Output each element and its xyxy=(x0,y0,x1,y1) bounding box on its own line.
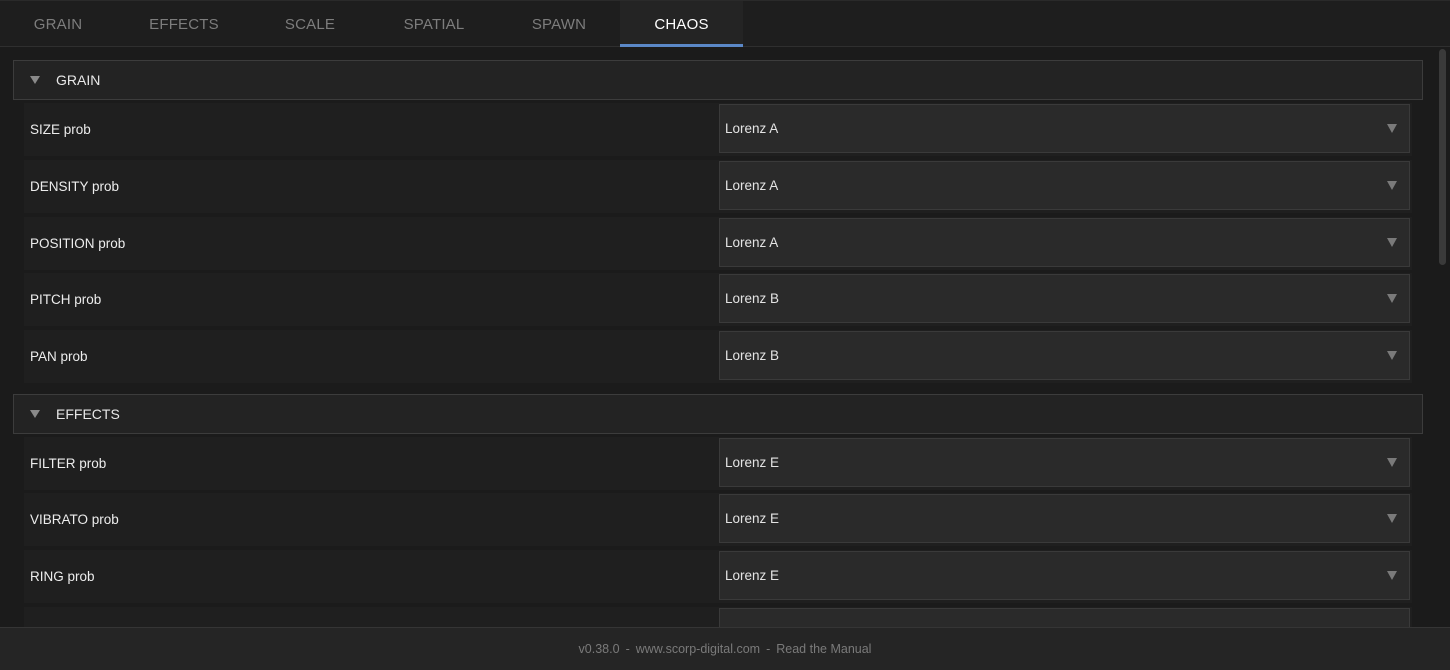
param-label: SIZE prob xyxy=(30,122,91,137)
caret-down-icon xyxy=(1387,294,1397,303)
density-prob-select[interactable]: Lorenz A xyxy=(719,161,1410,210)
param-row-pan: PAN prob Lorenz B xyxy=(24,330,1412,383)
pitch-prob-select[interactable]: Lorenz B xyxy=(719,274,1410,323)
chaos-panel: GRAIN SIZE prob Lorenz A DENSITY prob Lo… xyxy=(0,47,1436,627)
select-value: Lorenz E xyxy=(725,455,780,470)
footer-separator: - xyxy=(625,642,630,656)
param-label: DENSITY prob xyxy=(30,179,120,194)
footer-separator: - xyxy=(766,642,771,656)
param-label: PAN prob xyxy=(30,349,88,364)
param-row-position: POSITION prob Lorenz A xyxy=(24,217,1412,270)
partial-prob-select[interactable] xyxy=(719,608,1410,627)
tab-chaos[interactable]: CHAOS xyxy=(620,1,743,47)
caret-down-icon xyxy=(1387,514,1397,523)
select-value: Lorenz A xyxy=(725,235,779,250)
tab-grain[interactable]: GRAIN xyxy=(0,1,116,47)
param-row-vibrato: VIBRATO prob Lorenz E xyxy=(24,493,1412,546)
caret-down-icon xyxy=(1387,571,1397,580)
param-row-pitch: PITCH prob Lorenz B xyxy=(24,273,1412,326)
tab-scale[interactable]: SCALE xyxy=(252,1,368,47)
vibrato-prob-select[interactable]: Lorenz E xyxy=(719,494,1410,543)
app-window: GRAIN EFFECTS SCALE SPATIAL SPAWN CHAOS … xyxy=(0,0,1450,670)
param-row-size: SIZE prob Lorenz A xyxy=(24,103,1412,156)
tab-bar: GRAIN EFFECTS SCALE SPATIAL SPAWN CHAOS xyxy=(0,0,1450,47)
caret-down-icon xyxy=(1387,181,1397,190)
tab-spawn[interactable]: SPAWN xyxy=(500,1,618,47)
param-label: FILTER prob xyxy=(30,456,107,471)
section-title: GRAIN xyxy=(56,72,101,88)
triangle-down-icon xyxy=(30,75,40,85)
caret-down-icon xyxy=(1387,351,1397,360)
footer: v0.38.0 - www.scorp-digital.com - Read t… xyxy=(0,627,1450,670)
filter-prob-select[interactable]: Lorenz E xyxy=(719,438,1410,487)
tab-spatial[interactable]: SPATIAL xyxy=(368,1,500,47)
manual-link[interactable]: Read the Manual xyxy=(776,642,871,656)
pan-prob-select[interactable]: Lorenz B xyxy=(719,331,1410,380)
website-link[interactable]: www.scorp-digital.com xyxy=(636,642,760,656)
param-row-ring: RING prob Lorenz E xyxy=(24,550,1412,603)
select-value: Lorenz E xyxy=(725,511,780,526)
param-row-density: DENSITY prob Lorenz A xyxy=(24,160,1412,213)
triangle-down-icon xyxy=(30,409,40,419)
scrollbar-thumb[interactable] xyxy=(1439,49,1446,265)
section-header-effects[interactable]: EFFECTS xyxy=(13,394,1423,434)
position-prob-select[interactable]: Lorenz A xyxy=(719,218,1410,267)
param-label: RING prob xyxy=(30,569,95,584)
caret-down-icon xyxy=(1387,238,1397,247)
tab-effects[interactable]: EFFECTS xyxy=(116,1,252,47)
select-value: Lorenz B xyxy=(725,291,780,306)
param-row-filter: FILTER prob Lorenz E xyxy=(24,437,1412,490)
section-title: EFFECTS xyxy=(56,406,120,422)
caret-down-icon xyxy=(1387,124,1397,133)
param-label: POSITION prob xyxy=(30,236,126,251)
caret-down-icon xyxy=(1387,458,1397,467)
size-prob-select[interactable]: Lorenz A xyxy=(719,104,1410,153)
select-value: Lorenz B xyxy=(725,348,780,363)
ring-prob-select[interactable]: Lorenz E xyxy=(719,551,1410,600)
param-label: PITCH prob xyxy=(30,292,102,307)
section-header-grain[interactable]: GRAIN xyxy=(13,60,1423,100)
select-value: Lorenz E xyxy=(725,568,780,583)
param-row-partial xyxy=(24,607,1412,627)
select-value: Lorenz A xyxy=(725,178,779,193)
param-label: VIBRATO prob xyxy=(30,512,119,527)
vertical-scrollbar[interactable] xyxy=(1436,47,1450,627)
select-value: Lorenz A xyxy=(725,121,779,136)
version-text: v0.38.0 xyxy=(578,642,620,656)
